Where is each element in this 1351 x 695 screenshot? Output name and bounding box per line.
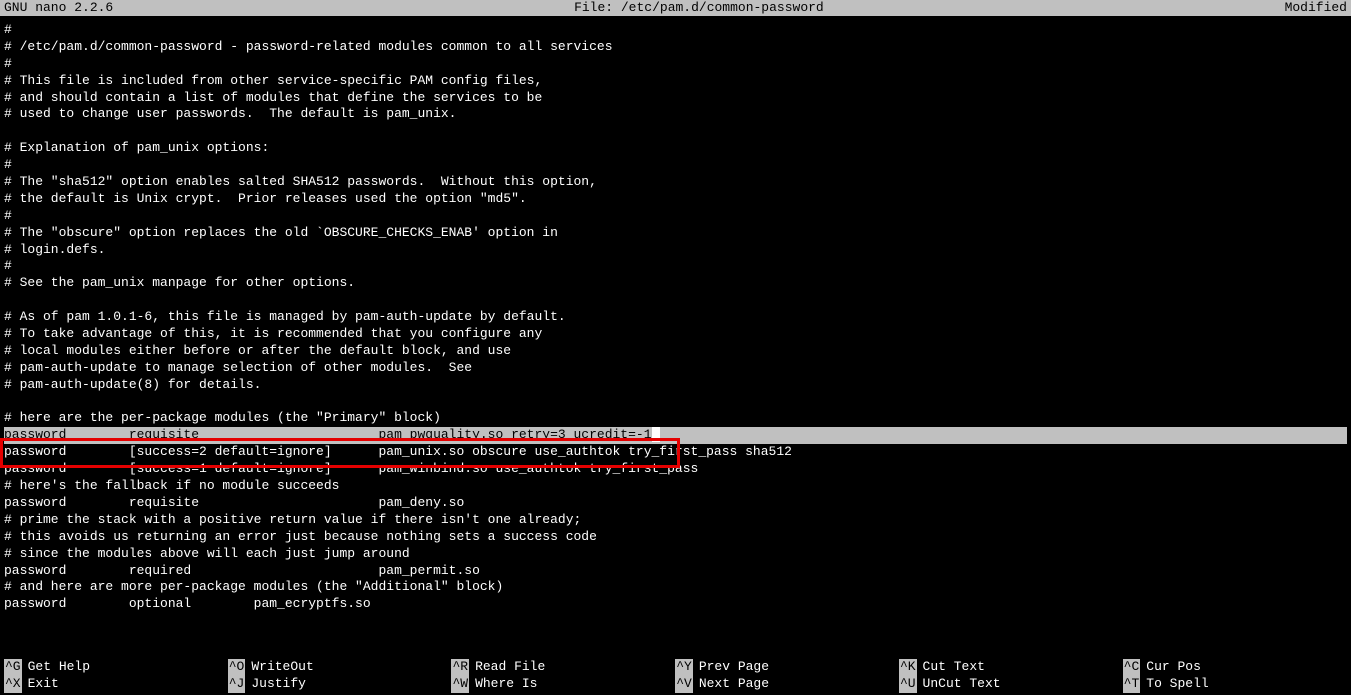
shortcut-key: ^G <box>4 659 22 676</box>
file-line: # As of pam 1.0.1-6, this file is manage… <box>4 309 1347 326</box>
shortcut-label: Cut Text <box>923 659 985 676</box>
shortcut-label: To Spell <box>1146 676 1208 693</box>
shortcut-label: Get Help <box>28 659 90 676</box>
shortcut-key: ^Y <box>675 659 693 676</box>
file-line: # The "sha512" option enables salted SHA… <box>4 174 1347 191</box>
shortcut-key: ^X <box>4 676 22 693</box>
shortcut-item[interactable]: ^V Next Page <box>675 676 899 693</box>
file-line: # login.defs. <box>4 242 1347 259</box>
shortcut-row-2: ^X Exit ^J Justify ^W Where Is ^V Next Page ^U Un… <box>4 676 1347 693</box>
file-line: # To take advantage of this, it is recom… <box>4 326 1347 343</box>
app-name: GNU nano 2.2.6 <box>4 0 113 16</box>
shortcut-item[interactable]: ^R Read File <box>451 659 675 676</box>
file-line: password [success=1 default=ignore] pam_… <box>4 461 1347 478</box>
shortcut-item[interactable]: ^W Where Is <box>451 676 675 693</box>
file-line: # the default is Unix crypt. Prior relea… <box>4 191 1347 208</box>
file-line: # and here are more per-package modules … <box>4 579 1347 596</box>
file-line: # and should contain a list of modules t… <box>4 90 1347 107</box>
shortcut-item[interactable]: ^Y Prev Page <box>675 659 899 676</box>
shortcut-row-1: ^G Get Help ^O WriteOut ^R Read File ^Y Prev Pa… <box>4 659 1347 676</box>
shortcut-item[interactable]: ^T To Spell <box>1123 676 1347 693</box>
editor-header: GNU nano 2.2.6 File: /etc/pam.d/common-p… <box>0 0 1351 16</box>
file-line: # <box>4 56 1347 73</box>
file-line: password [success=2 default=ignore] pam_… <box>4 444 1347 461</box>
file-line: # <box>4 22 1347 39</box>
file-line: # /etc/pam.d/common-password - password-… <box>4 39 1347 56</box>
highlighted-line: password requisite pam_pwquality.so retr… <box>4 427 1347 444</box>
file-line: # Explanation of pam_unix options: <box>4 140 1347 157</box>
file-line: # pam-auth-update to manage selection of… <box>4 360 1347 377</box>
shortcut-item[interactable]: ^O WriteOut <box>228 659 452 676</box>
file-line <box>4 292 1347 309</box>
shortcut-key: ^O <box>228 659 246 676</box>
shortcut-item[interactable]: ^U UnCut Text <box>899 676 1123 693</box>
file-line: # this avoids us returning an error just… <box>4 529 1347 546</box>
shortcut-key: ^K <box>899 659 917 676</box>
text-cursor <box>652 427 660 442</box>
file-line: password required pam_permit.so <box>4 563 1347 580</box>
shortcut-item[interactable]: ^X Exit <box>4 676 228 693</box>
shortcut-label: Exit <box>28 676 59 693</box>
file-line: # pam-auth-update(8) for details. <box>4 377 1347 394</box>
file-line: # See the pam_unix manpage for other opt… <box>4 275 1347 292</box>
file-line: # local modules either before or after t… <box>4 343 1347 360</box>
file-line <box>4 123 1347 140</box>
file-line: # used to change user passwords. The def… <box>4 106 1347 123</box>
shortcut-item[interactable]: ^C Cur Pos <box>1123 659 1347 676</box>
shortcut-bar: ^G Get Help ^O WriteOut ^R Read File ^Y Prev Pa… <box>0 659 1351 695</box>
shortcut-label: Prev Page <box>699 659 769 676</box>
shortcut-key: ^T <box>1123 676 1141 693</box>
shortcut-key: ^W <box>451 676 469 693</box>
file-line: # here's the fallback if no module succe… <box>4 478 1347 495</box>
shortcut-label: Justify <box>251 676 306 693</box>
shortcut-item[interactable]: ^K Cut Text <box>899 659 1123 676</box>
shortcut-item[interactable]: ^G Get Help <box>4 659 228 676</box>
shortcut-key: ^C <box>1123 659 1141 676</box>
shortcut-label: Next Page <box>699 676 769 693</box>
file-line <box>4 394 1347 411</box>
file-path: File: /etc/pam.d/common-password <box>113 0 1284 16</box>
file-line: # <box>4 208 1347 225</box>
shortcut-key: ^V <box>675 676 693 693</box>
file-line: # <box>4 157 1347 174</box>
shortcut-label: Read File <box>475 659 545 676</box>
shortcut-key: ^U <box>899 676 917 693</box>
shortcut-key: ^J <box>228 676 246 693</box>
modified-status: Modified <box>1285 0 1347 16</box>
shortcut-item[interactable]: ^J Justify <box>228 676 452 693</box>
shortcut-label: WriteOut <box>251 659 313 676</box>
shortcut-label: UnCut Text <box>923 676 1001 693</box>
file-line: password optional pam_ecryptfs.so <box>4 596 1347 613</box>
file-line: # <box>4 258 1347 275</box>
shortcut-label: Where Is <box>475 676 537 693</box>
shortcut-label: Cur Pos <box>1146 659 1201 676</box>
file-line: # here are the per-package modules (the … <box>4 410 1347 427</box>
file-line: password requisite pam_deny.so <box>4 495 1347 512</box>
file-line: # The "obscure" option replaces the old … <box>4 225 1347 242</box>
file-line: # since the modules above will each just… <box>4 546 1347 563</box>
file-line: # prime the stack with a positive return… <box>4 512 1347 529</box>
editor-content[interactable]: ## /etc/pam.d/common-password - password… <box>0 16 1351 613</box>
file-line: # This file is included from other servi… <box>4 73 1347 90</box>
shortcut-key: ^R <box>451 659 469 676</box>
